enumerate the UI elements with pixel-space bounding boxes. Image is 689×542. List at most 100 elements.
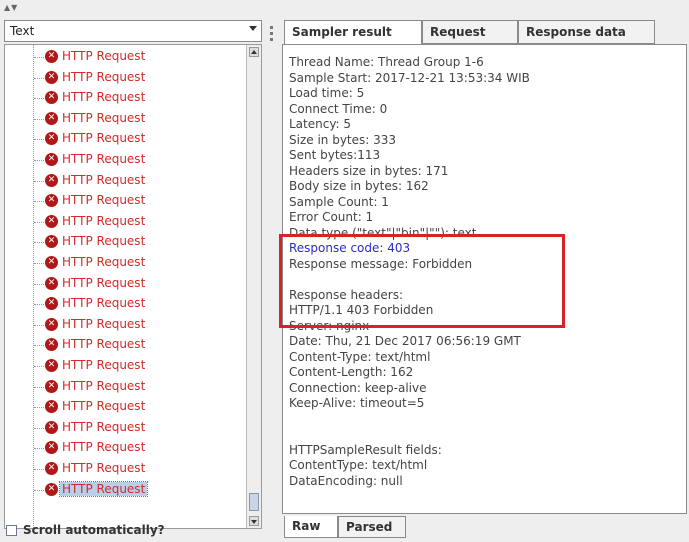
tree-connector [34,283,44,285]
tree-item-http-request[interactable]: ✕ HTTP Request [5,274,245,294]
panel-splitter[interactable] [268,22,276,522]
tree-connector [34,221,44,223]
tree-item-http-request[interactable]: ✕ HTTP Request [5,253,245,273]
error-x-icon: ✕ [45,359,58,372]
error-x-icon: ✕ [45,111,58,125]
tree-item-http-request[interactable]: ✕ HTTP Request [5,397,245,417]
tree-connector [34,489,44,491]
result-line: HTTPSampleResult fields: [289,442,442,457]
tree-item-http-request[interactable]: ✕ HTTP Request [5,212,245,232]
tree-item-http-request[interactable]: ✕ HTTP Request [5,335,245,355]
tree-connector [34,160,44,161]
tree-item-http-request[interactable]: ✕ HTTP Request [5,47,245,67]
tree-item-label: HTTP Request [62,110,146,125]
tree-item-label: HTTP Request [62,69,146,84]
tree-item-http-request[interactable]: ✕ HTTP Request [5,459,245,479]
tree-item-http-request[interactable]: ✕ HTTP Request [5,171,245,191]
splitter-grip-dot [270,32,273,35]
renderer-select[interactable]: Text [4,20,262,42]
error-x-icon: ✕ [45,297,58,311]
result-line: Load time: 5 [289,86,365,100]
tab-sampler-result[interactable]: Sampler result [284,20,422,45]
tree-item-label: HTTP Request [62,131,146,146]
tree-item-http-request[interactable]: ✕ HTTP Request [5,88,245,108]
scroll-up-icon[interactable] [249,47,259,57]
tree-item-label: HTTP Request [58,480,149,497]
error-x-icon: ✕ [45,50,58,63]
tree-connector [34,366,44,367]
tree-item-label: HTTP Request [62,49,146,63]
tree-item-label: HTTP Request [62,419,146,434]
error-x-icon: ✕ [45,317,58,331]
result-line: Date: Thu, 21 Dec 2017 06:56:19 GMT [289,334,521,348]
tree-connector [34,448,44,450]
tree-item-http-request[interactable]: ✕ HTTP Request [5,191,245,211]
error-x-icon: ✕ [45,153,58,166]
error-x-icon: ✕ [45,91,58,105]
tree-item-http-request[interactable]: ✕ HTTP Request [5,315,245,335]
tree-item-label: HTTP Request [62,234,146,249]
result-line: Content-Type: text/html [289,349,431,364]
error-x-icon: ✕ [45,173,58,187]
scroll-automatically-label: Scroll automatically? [23,523,165,537]
tree-item-http-request[interactable]: ✕ HTTP Request [5,232,245,252]
tree-connector [34,427,44,429]
error-x-icon: ✕ [45,420,58,434]
tree-connector [34,324,44,326]
tree-item-http-request[interactable]: ✕ HTTP Request [5,418,245,438]
tree-item-label: HTTP Request [62,275,146,290]
tree-item-label: HTTP Request [62,213,146,228]
tree-connector [34,242,44,244]
tree-connector [34,345,44,347]
highlight-box [279,234,565,328]
tree-item-http-request[interactable]: ✕ HTTP Request [5,294,245,314]
tab-response-data[interactable]: Response data [518,20,655,44]
tree-item-http-request[interactable]: ✕ HTTP Request [5,356,245,376]
result-line: Latency: 5 [289,117,352,131]
error-x-icon: ✕ [45,441,58,455]
results-tree[interactable]: ✕ HTTP Request ✕ HTTP Request ✕ HTTP Request ✕… [4,44,262,529]
tab-parsed[interactable]: Parsed [338,516,406,538]
splitter-grip-dot [270,26,273,29]
tree-item-label: HTTP Request [62,316,146,331]
error-x-icon: ✕ [45,132,58,146]
tab-raw[interactable]: Raw [284,516,338,538]
scroll-automatically-checkbox[interactable] [6,525,17,536]
result-line: Sample Count: 1 [289,194,389,209]
tab-request[interactable]: Request [422,20,518,44]
error-x-icon: ✕ [45,256,58,269]
tree-connector [34,57,44,58]
scroll-down-icon[interactable] [249,516,259,526]
result-line: ContentType: text/html [289,458,428,472]
tree-item-http-request[interactable]: ✕ HTTP Request [5,438,245,458]
result-line: Connect Time: 0 [289,101,388,116]
tree-item-label: HTTP Request [62,296,146,311]
result-line: Body size in bytes: 162 [289,179,429,193]
tree-connector [34,77,44,79]
renderer-select-value: Text [10,24,35,38]
tree-item-http-request[interactable]: ✕ HTTP Request [5,480,245,500]
result-line: Headers size in bytes: 171 [289,163,449,178]
error-x-icon: ✕ [45,70,58,84]
tree-connector [34,469,44,470]
result-line: Connection: keep-alive [289,380,427,395]
chevron-down-icon[interactable] [249,26,257,31]
error-x-icon: ✕ [45,400,58,414]
tree-scrollbar[interactable] [246,45,261,528]
tree-connector [34,386,44,388]
tree-connector [34,118,44,120]
tree-item-http-request[interactable]: ✕ HTTP Request [5,150,245,170]
tree-item-label: HTTP Request [62,193,146,208]
tree-item-http-request[interactable]: ✕ HTTP Request [5,377,245,397]
result-line: DataEncoding: null [289,473,403,488]
collapse-arrows-icon[interactable]: ▲▼ [4,3,18,12]
result-line: Content-Length: 162 [289,365,414,379]
tree-item-http-request[interactable]: ✕ HTTP Request [5,68,245,88]
result-line: Sent bytes:113 [289,148,381,162]
tree-item-http-request[interactable]: ✕ HTTP Request [5,109,245,129]
tree-item-label: HTTP Request [62,440,146,455]
scroll-thumb[interactable] [249,493,259,511]
splitter-grip-dot [270,38,273,41]
tree-connector [34,407,44,409]
tree-item-http-request[interactable]: ✕ HTTP Request [5,129,245,149]
